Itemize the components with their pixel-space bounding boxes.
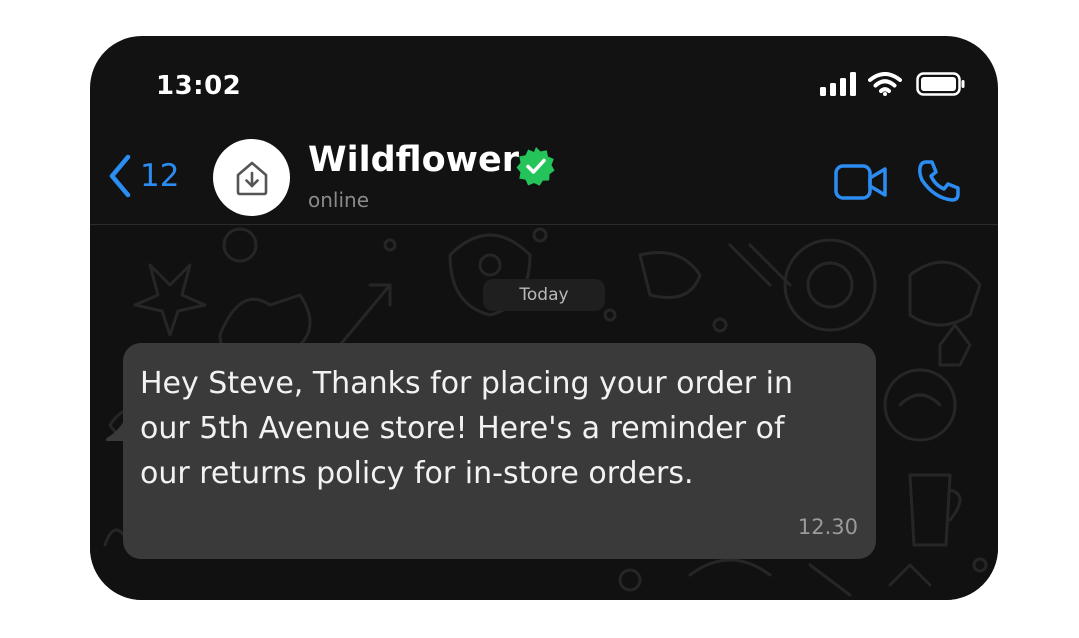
status-time: 13:02 <box>156 71 242 101</box>
verified-badge-icon <box>516 147 555 186</box>
date-separator: Today <box>483 279 605 311</box>
chat-header: 12 Wildflower online <box>90 136 998 225</box>
back-button[interactable]: 12 <box>106 152 186 200</box>
message-text: Hey Steve, Thanks for placing your order… <box>140 366 793 491</box>
wifi-icon <box>868 72 902 96</box>
store-logo-icon <box>236 161 267 195</box>
contact-status: online <box>308 188 370 212</box>
unread-count: 12 <box>140 158 180 194</box>
status-bar: 13:02 <box>90 36 998 136</box>
message-time: 12.30 <box>797 515 858 539</box>
phone-frame: 13:02 12 Wildflower online Today Hey Ste… <box>90 36 998 600</box>
phone-call-icon[interactable] <box>916 158 962 204</box>
chat-area[interactable]: Today Hey Steve, Thanks for placing your… <box>90 225 998 600</box>
contact-name[interactable]: Wildflower <box>308 140 519 180</box>
avatar[interactable] <box>213 139 290 216</box>
chevron-left-icon <box>109 154 131 198</box>
bubble-tail <box>105 421 134 441</box>
cellular-signal-icon <box>820 72 856 96</box>
battery-icon <box>916 72 965 96</box>
message-bubble[interactable]: Hey Steve, Thanks for placing your order… <box>123 343 876 559</box>
video-call-icon[interactable] <box>834 163 888 201</box>
